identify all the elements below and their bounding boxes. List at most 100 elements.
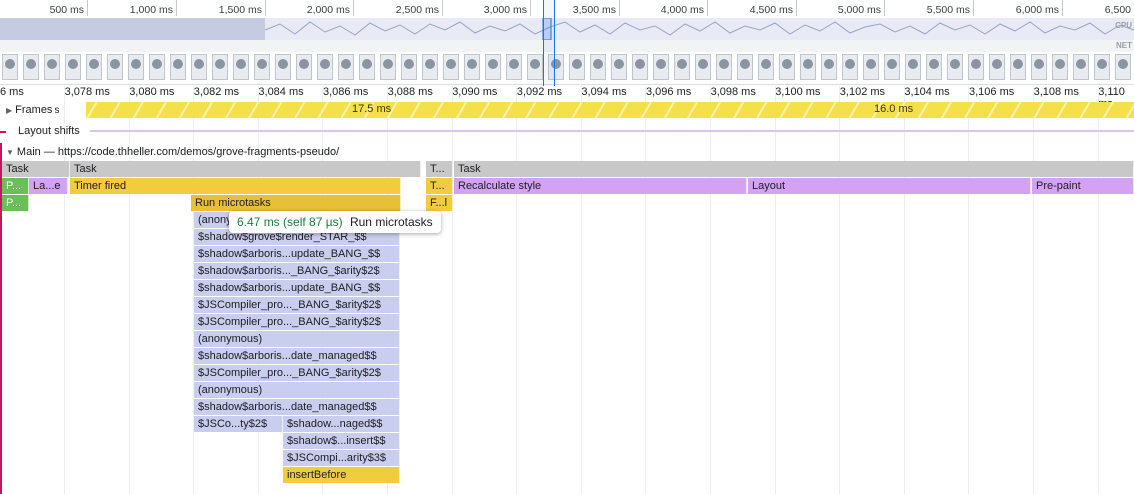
screenshot-thumbnail[interactable] (275, 54, 291, 80)
screenshot-thumbnail[interactable] (359, 54, 375, 80)
time-ruler[interactable]: 6 ms 3,078 ms 3,080 ms 3,082 ms 3,084 ms 3,08… (0, 86, 1134, 110)
screenshot-thumbnail[interactable] (800, 54, 816, 80)
pre-paint-event[interactable]: Pre-paint (1032, 178, 1134, 194)
screenshot-thumbnail[interactable] (149, 54, 165, 80)
task-bar[interactable]: T... (426, 161, 453, 177)
screenshot-thumbnail[interactable] (905, 54, 921, 80)
screenshot-thumbnail[interactable] (1094, 54, 1110, 80)
paint-event[interactable]: P... (2, 195, 29, 211)
screenshot-thumbnail[interactable] (695, 54, 711, 80)
screenshot-thumbnail[interactable] (884, 54, 900, 80)
screenshot-thumbnail[interactable] (422, 54, 438, 80)
run-microtasks-event[interactable]: Run microtasks (191, 195, 401, 211)
cpu-activity-chart[interactable]: CPU (0, 18, 1134, 40)
screenshot-thumbnail[interactable] (737, 54, 753, 80)
screenshots-strip[interactable] (0, 52, 1134, 85)
stack-frame[interactable]: $shadow$...insert$$ (283, 433, 400, 449)
screenshot-thumbnail[interactable] (380, 54, 396, 80)
screenshot-thumbnail[interactable] (485, 54, 501, 80)
screenshot-thumbnail[interactable] (401, 54, 417, 80)
stack-frame[interactable]: $JSCo...ty$2$ (194, 416, 283, 432)
overview-tick-label: 5,000 ms (837, 4, 881, 16)
screenshot-thumbnail[interactable] (443, 54, 459, 80)
paint-event[interactable]: P... (2, 178, 29, 194)
stack-frame[interactable]: $JSCompiler_pro..._BANG_$arity$2$ (194, 297, 400, 313)
screenshot-thumbnail[interactable] (590, 54, 606, 80)
screenshot-thumbnail[interactable] (758, 54, 774, 80)
stack-frame[interactable]: $shadow$arboris..._BANG_$arity$2$ (194, 263, 400, 279)
stack-frame[interactable]: $shadow$arboris...update_BANG_$$ (194, 246, 400, 262)
main-thread-header[interactable]: ▼ Main — https://code.thheller.com/demos/… (6, 146, 339, 158)
screenshot-thumbnail[interactable] (86, 54, 102, 80)
screenshot-thumbnail[interactable] (1031, 54, 1047, 80)
ruler-tick-label: 3,088 ms (387, 86, 433, 98)
stack-frame[interactable]: $shadow$arboris...date_managed$$ (194, 348, 400, 364)
screenshot-thumbnail[interactable] (653, 54, 669, 80)
screenshot-thumbnail[interactable] (1115, 54, 1131, 80)
task-bar[interactable]: Task (454, 161, 1134, 177)
timer-fired-event[interactable]: Timer fired (70, 178, 401, 194)
overview-selection-window[interactable] (543, 0, 555, 86)
screenshot-thumbnail[interactable] (506, 54, 522, 80)
stack-frame[interactable]: $shadow$arboris...date_managed$$ (194, 399, 400, 415)
screenshot-thumbnail[interactable] (821, 54, 837, 80)
screenshot-thumbnail[interactable] (947, 54, 963, 80)
screenshot-thumbnail[interactable] (23, 54, 39, 80)
screenshot-thumbnail[interactable] (2, 54, 18, 80)
task-bar[interactable]: Task (70, 161, 421, 177)
screenshot-thumbnail[interactable] (611, 54, 627, 80)
screenshot-thumbnail[interactable] (989, 54, 1005, 80)
screenshot-thumbnail[interactable] (464, 54, 480, 80)
screenshot-thumbnail[interactable] (44, 54, 60, 80)
timeline-overview[interactable]: CPU NET 500 ms 1,000 ms 1,500 ms 2,000 ms 2,… (0, 0, 1134, 86)
screenshot-thumbnail[interactable] (716, 54, 732, 80)
function-call-event[interactable]: F...l (426, 195, 453, 211)
screenshot-thumbnail[interactable] (569, 54, 585, 80)
screenshot-thumbnail[interactable] (317, 54, 333, 80)
screenshot-thumbnail[interactable] (170, 54, 186, 80)
insert-before-event[interactable]: insertBefore (283, 467, 400, 483)
frames-track-header[interactable]: ▶ Frames s (6, 104, 59, 116)
screenshot-thumbnail[interactable] (1010, 54, 1026, 80)
screenshot-thumbnail[interactable] (338, 54, 354, 80)
screenshot-thumbnail[interactable] (674, 54, 690, 80)
screenshot-thumbnail[interactable] (926, 54, 942, 80)
screenshot-thumbnail[interactable] (128, 54, 144, 80)
screenshot-thumbnail[interactable] (779, 54, 795, 80)
stack-frame[interactable]: $shadow$arboris...update_BANG_$$ (194, 280, 400, 296)
ruler-grid-line (775, 86, 776, 494)
screenshot-thumbnail[interactable] (107, 54, 123, 80)
screenshot-thumbnail[interactable] (968, 54, 984, 80)
screenshot-thumbnail[interactable] (632, 54, 648, 80)
screenshot-thumbnail[interactable] (233, 54, 249, 80)
expand-arrow-icon[interactable]: ▶ (6, 106, 12, 115)
layout-shifts-line (90, 130, 1134, 132)
task-bar[interactable]: Task (2, 161, 70, 177)
recalculate-style-event[interactable]: Recalculate style (454, 178, 747, 194)
screenshot-thumbnail[interactable] (863, 54, 879, 80)
collapse-arrow-icon[interactable]: ▼ (6, 148, 14, 157)
stack-frame[interactable]: $JSCompi...arity$3$ (283, 450, 400, 466)
stack-frame[interactable]: (anonymous) (194, 382, 400, 398)
network-activity-chart[interactable]: NET (0, 40, 1134, 52)
screenshot-thumbnail[interactable] (191, 54, 207, 80)
stack-frame[interactable]: $JSCompiler_pro..._BANG_$arity$2$ (194, 314, 400, 330)
screenshot-thumbnail[interactable] (296, 54, 312, 80)
layout-event[interactable]: La...e (29, 178, 68, 194)
stack-frame[interactable]: $shadow...naged$$ (283, 416, 400, 432)
screenshot-thumbnail[interactable] (527, 54, 543, 80)
screenshot-thumbnail[interactable] (1073, 54, 1089, 80)
screenshot-thumbnail[interactable] (212, 54, 228, 80)
scripting-event[interactable]: T... (426, 178, 453, 194)
frames-bar[interactable]: 17.5 ms 16.0 ms (84, 102, 1134, 118)
thumbnail-icon (971, 59, 981, 69)
stack-frame[interactable]: $JSCompiler_pro..._BANG_$arity$2$ (194, 365, 400, 381)
layout-event[interactable]: Layout (748, 178, 1031, 194)
screenshot-thumbnail[interactable] (65, 54, 81, 80)
screenshot-thumbnail[interactable] (254, 54, 270, 80)
stack-frame[interactable]: (anonymous) (194, 331, 400, 347)
overview-tick-line (619, 0, 620, 16)
layout-shifts-header[interactable]: Layout shifts (18, 125, 80, 137)
screenshot-thumbnail[interactable] (1052, 54, 1068, 80)
screenshot-thumbnail[interactable] (842, 54, 858, 80)
